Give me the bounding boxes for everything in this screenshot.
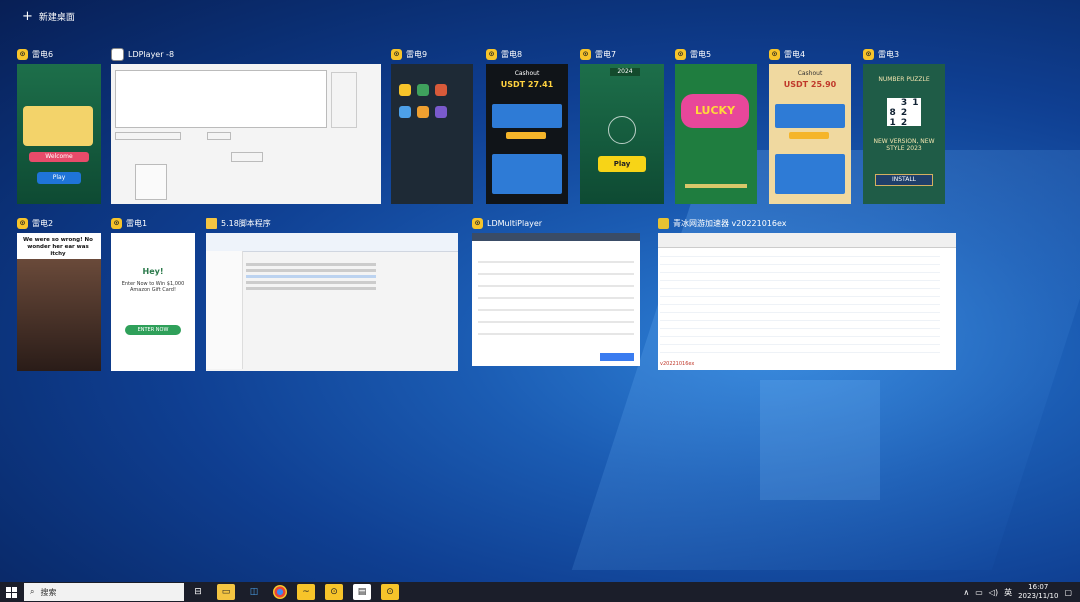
language-indicator[interactable]: 英: [1004, 587, 1012, 598]
taskbar: ⌕ 搜索 ⊟ ▭ ◫ ~ ⊙ ▤ ⊙ ∧ ▭ ◁) 英 16:07 2023/1…: [0, 582, 1080, 602]
new-desktop-label: 新建桌面: [38, 13, 75, 23]
app-icon: [111, 47, 124, 61]
window-title: 5.18脚本程序: [221, 218, 271, 228]
window-title: 雷电8: [501, 49, 523, 59]
start-button[interactable]: [0, 582, 22, 602]
window-thumbnail: Cashout USDT 25.90: [769, 64, 851, 204]
task-view-icon[interactable]: ⊟: [189, 584, 207, 600]
new-desktop-button[interactable]: + 新建桌面: [22, 8, 75, 24]
window-thumbnail: Cashout USDT 27.41: [486, 64, 568, 204]
ldplayer-icon: ⊙: [675, 48, 686, 60]
search-placeholder: 搜索: [40, 587, 57, 597]
window-ldplayer-2[interactable]: ⊙ 雷电2 We were so wrong! No wonder her ear…: [17, 215, 101, 371]
window-title: LDMultiPlayer: [487, 218, 543, 228]
store-icon[interactable]: ◫: [245, 584, 263, 600]
window-ldplayer-1[interactable]: ⊙ 雷电1 Hey! Enter Now to Win $1,000 Amazon…: [111, 215, 195, 371]
clock-date: 2023/11/10: [1018, 592, 1059, 600]
system-tray: ∧ ▭ ◁) 英 16:07 2023/11/10 ▢: [963, 582, 1072, 602]
ldplayer-icon: ⊙: [486, 48, 497, 60]
ldplayer-icon: ⊙: [17, 217, 28, 229]
window-title: 雷电2: [32, 218, 54, 228]
window-thumbnail: NUMBER PUZZLE 318212 NEW VERSION, NEW ST…: [863, 64, 945, 204]
window-thumbnail: LUCKY: [675, 64, 757, 204]
window-thumbnail: [206, 233, 458, 371]
window-ldplayer-6[interactable]: ⊙ 雷电6 Welcome Play: [17, 46, 101, 204]
ldplayer-icon: ⊙: [391, 48, 402, 60]
search-icon: ⌕: [30, 587, 35, 596]
notification-icon[interactable]: ▢: [1064, 588, 1072, 597]
window-thumbnail: [472, 233, 640, 366]
window-thumbnail: [111, 64, 381, 204]
ldplayer-icon: ⊙: [472, 217, 483, 229]
window-title: 雷电6: [32, 49, 54, 59]
ldplayer-icon: ⊙: [769, 48, 780, 60]
window-title: 雷电4: [784, 49, 806, 59]
wallpaper-light-beam: [760, 380, 880, 500]
window-ldplayer-3[interactable]: ⊙ 雷电3 NUMBER PUZZLE 318212 NEW VERSION, N…: [863, 46, 945, 204]
window-ldplayer-5[interactable]: ⊙ 雷电5 LUCKY: [675, 46, 757, 204]
clock[interactable]: 16:07 2023/11/10: [1018, 583, 1058, 601]
clock-time: 16:07: [1028, 583, 1049, 591]
window-ldmultiplayer[interactable]: ⊙ LDMultiPlayer: [472, 215, 640, 366]
window-script-folder[interactable]: 5.18脚本程序: [206, 215, 458, 371]
window-title: LDPlayer -8: [128, 49, 175, 59]
window-thumbnail: v20221016ex: [658, 233, 956, 370]
script-taskbar-icon[interactable]: ▤: [353, 584, 371, 600]
ldplayer-icon: ⊙: [863, 48, 874, 60]
search-box[interactable]: ⌕ 搜索: [24, 583, 184, 601]
window-title: 青冰网游加速器 v20221016ex: [673, 218, 787, 228]
ldplayer-taskbar-icon[interactable]: ⊙: [325, 584, 343, 600]
ldmultiplayer-taskbar-icon[interactable]: ⊙: [381, 584, 399, 600]
window-ldplayer-8b[interactable]: ⊙ 雷电8 Cashout USDT 27.41: [486, 46, 568, 204]
window-title: 雷电9: [406, 49, 428, 59]
accelerator-taskbar-icon[interactable]: ~: [297, 584, 315, 600]
chrome-icon[interactable]: [273, 585, 287, 599]
window-thumbnail: Welcome Play: [17, 64, 101, 204]
ldplayer-icon: ⊙: [111, 217, 122, 229]
folder-icon: [206, 217, 217, 229]
plus-icon: +: [22, 8, 33, 24]
window-accelerator[interactable]: 青冰网游加速器 v20221016ex v20221016ex: [658, 215, 956, 370]
window-ldplayer-8[interactable]: LDPlayer -8: [111, 46, 381, 204]
window-thumbnail: Hey! Enter Now to Win $1,000 Amazon Gift…: [111, 233, 195, 371]
network-icon[interactable]: ▭: [975, 588, 983, 597]
window-thumbnail: 2024 Play: [580, 64, 664, 204]
volume-icon[interactable]: ◁): [989, 588, 998, 597]
window-ldplayer-9[interactable]: ⊙ 雷电9: [391, 46, 473, 204]
window-title: 雷电7: [595, 49, 617, 59]
window-title: 雷电3: [878, 49, 900, 59]
window-thumbnail: We were so wrong! No wonder her ear was …: [17, 233, 101, 371]
window-ldplayer-4[interactable]: ⊙ 雷电4 Cashout USDT 25.90: [769, 46, 851, 204]
ldplayer-icon: ⊙: [17, 48, 28, 60]
windows-logo-icon: [5, 586, 17, 598]
ldplayer-icon: ⊙: [580, 48, 591, 60]
window-title: 雷电1: [126, 218, 148, 228]
window-title: 雷电5: [690, 49, 712, 59]
accelerator-icon: [658, 217, 669, 229]
window-thumbnail: [391, 64, 473, 204]
chevron-up-icon[interactable]: ∧: [963, 588, 969, 597]
window-ldplayer-7[interactable]: ⊙ 雷电7 2024 Play: [580, 46, 664, 204]
file-explorer-icon[interactable]: ▭: [217, 584, 235, 600]
